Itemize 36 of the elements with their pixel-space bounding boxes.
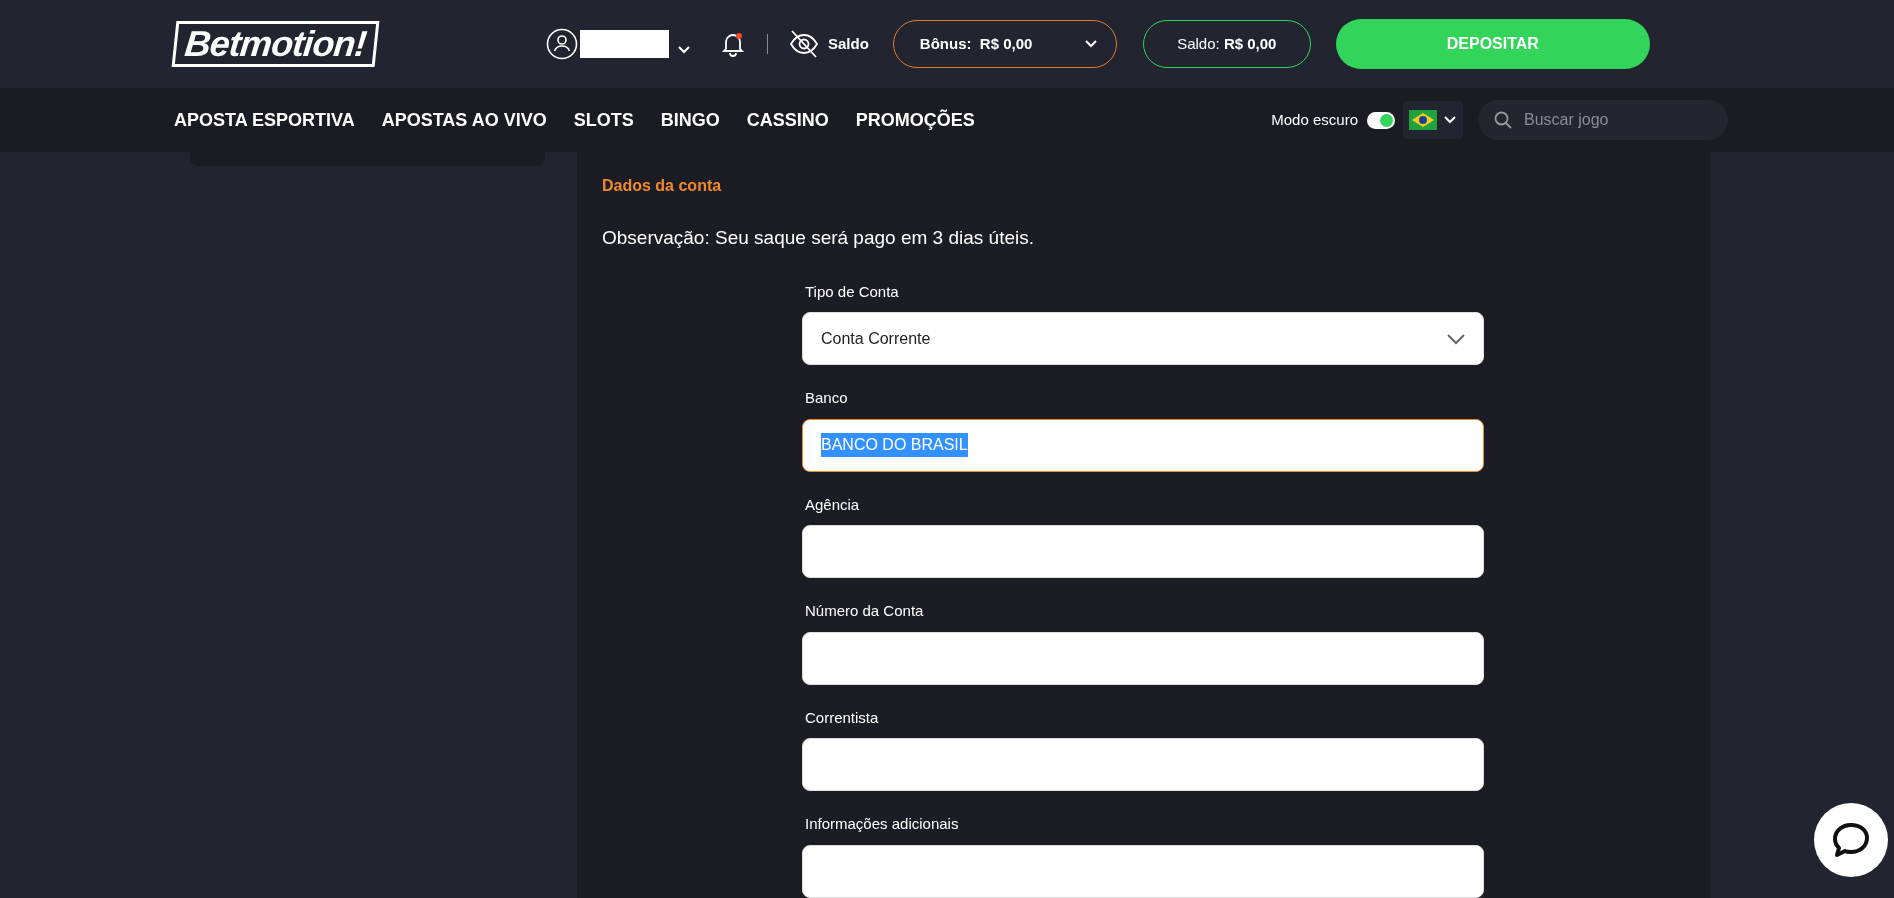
logo[interactable]: Betmotion! xyxy=(171,21,380,67)
brazil-flag-icon[interactable] xyxy=(1409,110,1437,130)
balance-toggle-label[interactable]: Saldo xyxy=(827,32,869,56)
input-field[interactable] xyxy=(802,631,1484,685)
bell-icon[interactable] xyxy=(720,31,745,57)
input-field[interactable] xyxy=(802,525,1484,578)
nav-link[interactable]: BINGO xyxy=(660,106,720,134)
withdrawal-note: Observação: Seu saque será pago em 3 dias úteis. xyxy=(602,226,1035,250)
field-label: Correntista xyxy=(804,707,880,728)
account-type-select[interactable]: Conta Corrente xyxy=(802,312,1484,365)
input-field[interactable] xyxy=(802,844,1484,898)
chevron-down-icon[interactable] xyxy=(676,45,691,55)
dark-mode-label: Modo escuro xyxy=(1271,109,1358,130)
search-input[interactable]: Buscar jogo xyxy=(1524,108,1704,132)
field-value: BANCO DO BRASIL xyxy=(821,433,968,457)
chevron-down-icon xyxy=(1447,332,1465,345)
section-heading: Dados da conta xyxy=(602,176,723,196)
nav-link[interactable]: APOSTAS AO VIVO xyxy=(381,106,547,134)
input-field[interactable] xyxy=(802,738,1484,791)
chevron-down-icon xyxy=(1083,39,1098,49)
nav-link[interactable]: APOSTA ESPORTIVA xyxy=(174,106,355,134)
dark-mode-toggle[interactable] xyxy=(1367,111,1395,129)
field-label: Tipo de Conta xyxy=(804,281,900,302)
nav-link[interactable]: CASSINO xyxy=(746,106,829,134)
search-field[interactable]: Buscar jogo xyxy=(1478,100,1728,140)
field-label: Agência xyxy=(804,494,861,515)
field-label: Banco xyxy=(804,388,849,408)
chevron-down-icon[interactable] xyxy=(1443,115,1457,125)
field-label: Informações adicionais xyxy=(804,814,960,834)
field-label: Número da Conta xyxy=(804,601,925,621)
nav-link[interactable]: PROMOÇÕES xyxy=(855,106,975,134)
nav-link[interactable]: SLOTS xyxy=(573,106,634,134)
user-icon[interactable] xyxy=(545,28,578,60)
search-icon xyxy=(1494,111,1512,129)
chat-icon xyxy=(1832,822,1870,858)
eye-off-icon[interactable] xyxy=(787,29,820,59)
